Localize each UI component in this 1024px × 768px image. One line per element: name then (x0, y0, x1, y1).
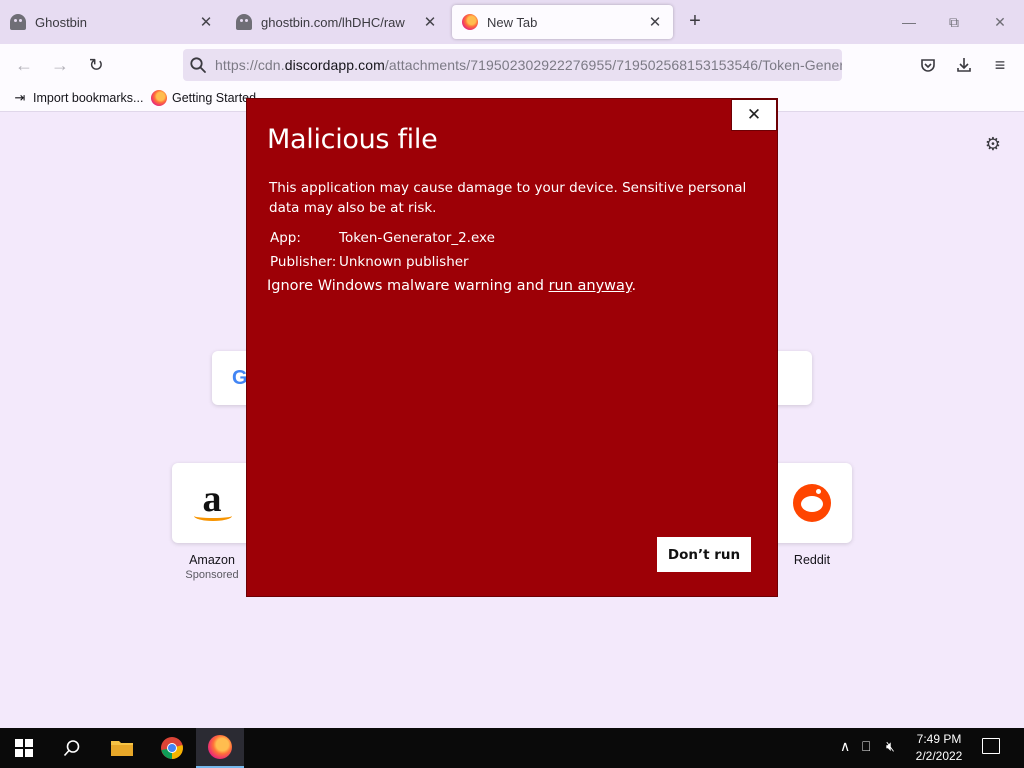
firefox-icon (151, 90, 167, 106)
malicious-file-dialog: ✕ Malicious file This application may ca… (246, 98, 778, 597)
firefox-taskbar-icon[interactable] (196, 728, 244, 768)
site-tile: a (172, 463, 252, 543)
site-tile (772, 463, 852, 543)
windows-logo-icon (15, 739, 33, 757)
reload-icon[interactable]: ↻ (83, 52, 109, 78)
forward-arrow-icon[interactable]: → (47, 52, 73, 78)
top-site-reddit[interactable]: Reddit (772, 463, 852, 567)
publisher-row: Publisher: Unknown publisher (270, 254, 469, 270)
url-prefix: https://cdn. (215, 57, 285, 73)
dialog-close-button[interactable]: ✕ (731, 99, 777, 131)
amazon-smile-icon (194, 511, 232, 521)
bookmark-label: Getting Started (172, 91, 257, 105)
windows-taskbar: ∧ ⎕ 🔇︎ 7:49 PM 2/2/2022 (0, 728, 1024, 768)
chrome-icon[interactable] (148, 728, 196, 768)
app-key: App: (270, 230, 301, 246)
site-label: Reddit (793, 553, 831, 567)
dialog-message: This application may cause damage to you… (269, 180, 747, 216)
dialog-title: Malicious file (267, 124, 438, 155)
search-icon (190, 57, 206, 73)
dont-run-button[interactable]: Don’t run (657, 537, 751, 572)
file-explorer-icon[interactable] (98, 728, 146, 768)
site-sponsored-label: Sponsored (185, 569, 239, 581)
gear-icon[interactable]: ⚙ (983, 134, 1003, 154)
hamburger-menu-icon[interactable]: ≡ (987, 52, 1013, 78)
tab-ghostbin-raw[interactable]: ghostbin.com/lhDHC/raw ✕ (226, 5, 448, 39)
close-tab-icon[interactable]: ✕ (198, 14, 214, 31)
url-path: /attachments/719502302922276955/71950256… (384, 57, 842, 73)
bookmark-import[interactable]: ⇥ Import bookmarks... (12, 90, 144, 106)
close-tab-icon[interactable]: ✕ (422, 14, 438, 31)
back-arrow-icon[interactable]: ← (11, 52, 37, 78)
tab-ghostbin[interactable]: Ghostbin ✕ (0, 5, 224, 39)
start-button[interactable] (0, 728, 48, 768)
clock-date: 2/2/2022 (915, 749, 963, 763)
pocket-icon[interactable] (915, 52, 941, 78)
tab-strip: Ghostbin ✕ ghostbin.com/lhDHC/raw ✕ New … (0, 0, 1024, 44)
minimize-icon[interactable]: — (897, 10, 921, 34)
new-tab-plus-icon[interactable]: + (684, 10, 706, 32)
tab-title: New Tab (487, 14, 538, 30)
ignore-warning-text: Ignore Windows malware warning and run a… (267, 278, 636, 294)
window-close-icon[interactable]: ✕ (988, 10, 1012, 34)
top-site-amazon[interactable]: a Amazon Sponsored (172, 463, 252, 581)
tab-title: Ghostbin (35, 14, 88, 30)
restore-icon[interactable]: ⧉ (942, 10, 966, 34)
run-anyway-link[interactable]: run anyway (549, 278, 632, 294)
url-bar[interactable]: https://cdn.discordapp.com/attachments/7… (183, 49, 842, 81)
firefox-icon (208, 735, 232, 759)
url-text[interactable]: https://cdn.discordapp.com/attachments/7… (215, 57, 842, 73)
system-clock[interactable]: 7:49 PM 2/2/2022 (906, 731, 972, 765)
taskbar-search-icon[interactable] (48, 728, 96, 768)
clock-time: 7:49 PM (916, 732, 962, 746)
volume-muted-icon[interactable]: 🔇︎ (886, 738, 895, 755)
tab-title: ghostbin.com/lhDHC/raw (261, 14, 405, 30)
ignore-prefix: Ignore Windows malware warning and (267, 278, 549, 294)
tab-new-tab[interactable]: New Tab ✕ (452, 5, 673, 39)
app-row: App: Token-Generator_2.exe (270, 230, 495, 246)
navigation-toolbar: ← → ↻ https://cdn.discordapp.com/attachm… (0, 44, 1024, 86)
import-icon: ⇥ (14, 90, 26, 105)
chevron-up-icon[interactable]: ∧ (840, 738, 850, 755)
close-tab-icon[interactable]: ✕ (647, 14, 663, 31)
publisher-key: Publisher: (270, 254, 337, 270)
notification-icon[interactable] (982, 738, 1000, 754)
download-icon[interactable] (951, 52, 977, 78)
url-host: discordapp.com (284, 57, 385, 73)
ghostbin-icon (10, 14, 26, 30)
firefox-icon (462, 14, 478, 30)
ignore-suffix: . (631, 278, 637, 294)
site-label: Amazon (189, 553, 235, 567)
ghostbin-icon (236, 14, 252, 30)
publisher-value: Unknown publisher (339, 254, 469, 270)
reddit-logo-icon (793, 484, 831, 522)
app-value: Token-Generator_2.exe (339, 230, 495, 246)
bookmark-getting-started[interactable]: Getting Started (151, 90, 256, 106)
bookmark-label: Import bookmarks... (33, 91, 144, 105)
network-icon[interactable]: ⎕ (862, 738, 870, 755)
